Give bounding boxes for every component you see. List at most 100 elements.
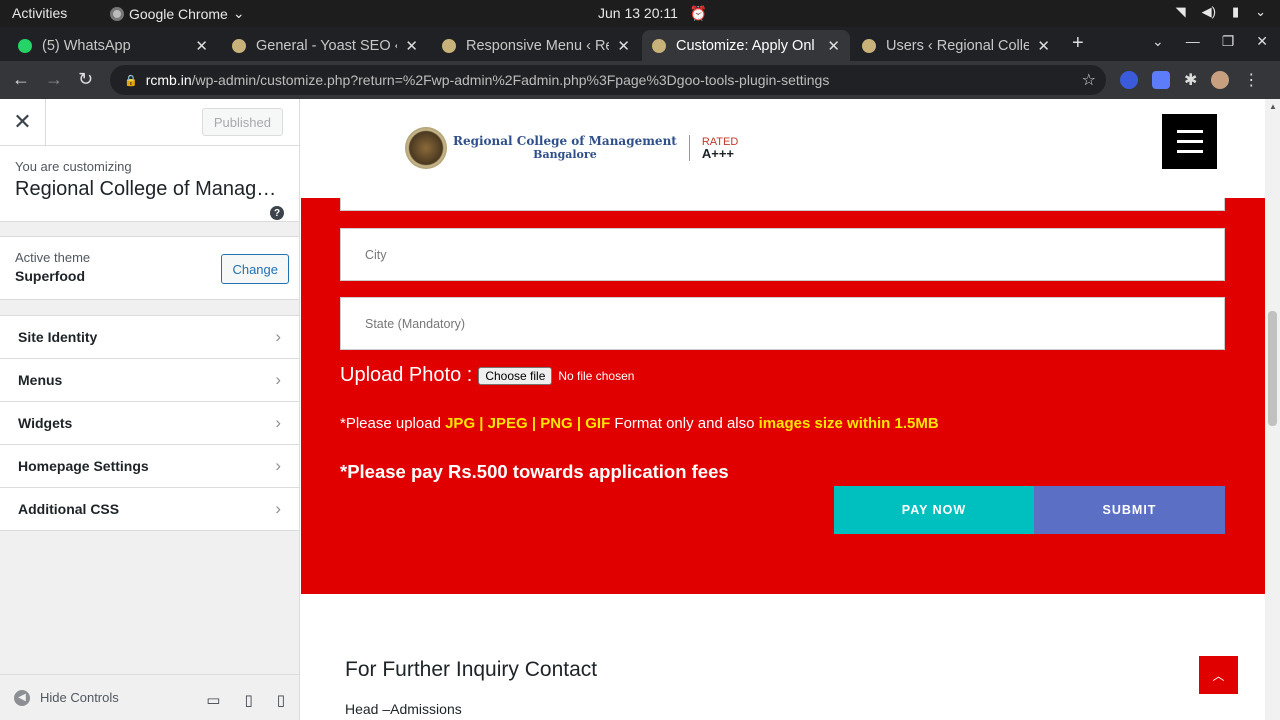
customizer-sidebar: ✕ Published You are customizing Regional… xyxy=(0,99,300,720)
note-size: images size within 1.5MB xyxy=(758,415,939,432)
active-theme-panel: Active theme Superfood Change xyxy=(0,236,299,300)
scroll-up-arrow-icon[interactable]: ▲ xyxy=(1269,102,1277,111)
customizer-footer: ◀ Hide Controls ▭ ▯ ▯ xyxy=(0,674,299,720)
chevron-right-icon: › xyxy=(275,413,281,432)
upload-photo-row: Upload Photo : Choose file No file chose… xyxy=(340,364,634,387)
note-formats: JPG | JPEG | PNG | GIF xyxy=(445,415,611,432)
alarm-icon: ⏰ xyxy=(689,5,708,21)
restore-icon[interactable]: ❐ xyxy=(1222,33,1235,50)
site-title: Regional College of Management Bangalore xyxy=(15,178,280,200)
customizer-sections: Site Identity › Menus › Widgets › Homepage … xyxy=(0,315,299,531)
new-tab-button[interactable]: + xyxy=(1072,32,1084,55)
scrollbar-thumb[interactable] xyxy=(1268,311,1277,426)
city-field[interactable]: City xyxy=(340,228,1225,281)
extension-icon[interactable] xyxy=(1120,71,1138,89)
back-icon[interactable]: ← xyxy=(12,69,30,90)
close-tab-icon[interactable]: ✕ xyxy=(827,37,840,55)
close-tab-icon[interactable]: ✕ xyxy=(617,37,630,55)
customizer-header: ✕ Published xyxy=(0,99,299,146)
reload-icon[interactable]: ↻ xyxy=(78,69,93,90)
close-tab-icon[interactable]: ✕ xyxy=(1037,37,1050,55)
mobile-preview-icon[interactable]: ▯ xyxy=(277,691,285,709)
inquiry-heading: For Further Inquiry Contact xyxy=(345,658,598,681)
tab-whatsapp[interactable]: (5) WhatsApp ✕ xyxy=(8,30,218,61)
chevron-up-icon: ︿ xyxy=(1212,668,1225,683)
section-menus[interactable]: Menus › xyxy=(0,359,299,402)
upload-note: *Please upload JPG | JPEG | PNG | GIF Fo… xyxy=(340,415,939,432)
app-name: Google Chrome xyxy=(129,5,228,22)
scroll-to-top-button[interactable]: ︿ xyxy=(1199,656,1238,694)
address-bar[interactable]: 🔒 rcmb.in/wp-admin/customize.php?return=… xyxy=(110,65,1106,95)
tab-title: Responsive Menu ‹ Re xyxy=(466,37,610,54)
desktop-preview-icon[interactable]: ▭ xyxy=(206,691,220,709)
state-field[interactable]: State (Mandatory) xyxy=(340,297,1225,350)
tab-users[interactable]: Users ‹ Regional Colle ✕ xyxy=(852,30,1060,61)
tab-title: Users ‹ Regional Colle xyxy=(886,37,1030,54)
lock-icon: 🔒 xyxy=(124,74,138,87)
logo-line-2: Bangalore xyxy=(533,148,597,161)
system-tray[interactable]: ◥ ◀) ▮ ⌄ xyxy=(1176,4,1266,20)
section-label: Site Identity xyxy=(18,329,98,345)
site-logo[interactable]: Regional College of Management Bangalore… xyxy=(405,127,738,169)
section-additional-css[interactable]: Additional CSS › xyxy=(0,488,299,531)
close-tab-icon[interactable]: ✕ xyxy=(405,37,418,55)
whatsapp-icon xyxy=(18,38,32,53)
change-theme-button[interactable]: Change xyxy=(221,254,289,284)
preview-scrollbar[interactable]: ▲ xyxy=(1265,99,1280,720)
section-label: Menus xyxy=(18,372,63,388)
wifi-icon: ◥ xyxy=(1175,4,1186,19)
section-widgets[interactable]: Widgets › xyxy=(0,402,299,445)
system-clock[interactable]: Jun 13 20:11 ⏰ xyxy=(598,5,707,22)
logo-line-1: Regional College of Management xyxy=(453,134,677,148)
close-icon[interactable]: ✕ xyxy=(0,99,46,145)
more-menu-icon[interactable]: ⋮ xyxy=(1243,70,1259,90)
college-seal-icon xyxy=(405,127,447,169)
site-favicon-icon xyxy=(442,38,456,53)
fees-notice: *Please pay Rs.500 towards application f… xyxy=(340,461,729,482)
city-placeholder: City xyxy=(365,247,387,262)
logo-divider xyxy=(688,135,690,161)
site-header: Regional College of Management Bangalore… xyxy=(301,99,1265,198)
upload-photo-label: Upload Photo : xyxy=(340,364,473,386)
hide-controls-icon[interactable]: ◀ xyxy=(14,689,30,706)
activities-button[interactable]: Activities xyxy=(12,5,67,21)
browser-tab-strip: (5) WhatsApp ✕ General - Yoast SEO ‹ R ✕… xyxy=(0,27,1280,61)
chrome-icon xyxy=(110,6,124,21)
tab-search-icon[interactable]: ⌄ xyxy=(1152,33,1164,50)
app-menu[interactable]: Google Chrome ⌄ xyxy=(110,5,245,22)
power-menu-icon: ⌄ xyxy=(1255,4,1266,19)
tab-title: (5) WhatsApp xyxy=(42,37,131,54)
tab-customize[interactable]: Customize: Apply Onl ✕ xyxy=(642,30,850,61)
tab-yoast-seo[interactable]: General - Yoast SEO ‹ R ✕ xyxy=(222,30,428,61)
puzzle-icon[interactable]: ✱ xyxy=(1184,70,1197,90)
section-homepage-settings[interactable]: Homepage Settings › xyxy=(0,445,299,488)
avatar[interactable] xyxy=(1211,71,1230,89)
translate-icon[interactable] xyxy=(1152,71,1170,89)
tab-title: General - Yoast SEO ‹ R xyxy=(256,37,397,54)
published-button[interactable]: Published xyxy=(201,108,283,136)
section-label: Widgets xyxy=(18,415,73,431)
file-status: No file chosen xyxy=(558,368,635,383)
pay-now-button[interactable]: PAY NOW xyxy=(834,486,1034,534)
bookmark-star-icon[interactable]: ☆ xyxy=(1082,70,1096,90)
customizing-info: You are customizing Regional College of … xyxy=(0,146,299,222)
choose-file-button[interactable]: Choose file xyxy=(478,366,553,385)
submit-button[interactable]: SUBMIT xyxy=(1034,486,1225,534)
state-placeholder: State (Mandatory) xyxy=(365,316,466,331)
minimize-icon[interactable]: — xyxy=(1186,33,1200,50)
battery-icon: ▮ xyxy=(1231,4,1240,19)
tablet-preview-icon[interactable]: ▯ xyxy=(244,691,252,709)
section-site-identity[interactable]: Site Identity › xyxy=(0,316,299,359)
tab-title: Customize: Apply Onl xyxy=(676,37,815,54)
site-favicon-icon xyxy=(862,38,876,53)
hide-controls-button[interactable]: Hide Controls xyxy=(40,690,119,705)
help-icon[interactable]: ? xyxy=(270,206,284,220)
volume-icon: ◀) xyxy=(1201,4,1216,19)
hamburger-menu-icon[interactable] xyxy=(1162,114,1217,169)
close-tab-icon[interactable]: ✕ xyxy=(195,37,208,55)
close-window-icon[interactable]: ✕ xyxy=(1256,33,1268,50)
site-preview: City State (Mandatory) Upload Photo : Ch… xyxy=(301,99,1280,720)
tab-responsive-menu[interactable]: Responsive Menu ‹ Re ✕ xyxy=(432,30,640,61)
forward-icon[interactable]: → xyxy=(45,69,63,90)
section-label: Homepage Settings xyxy=(18,458,149,474)
